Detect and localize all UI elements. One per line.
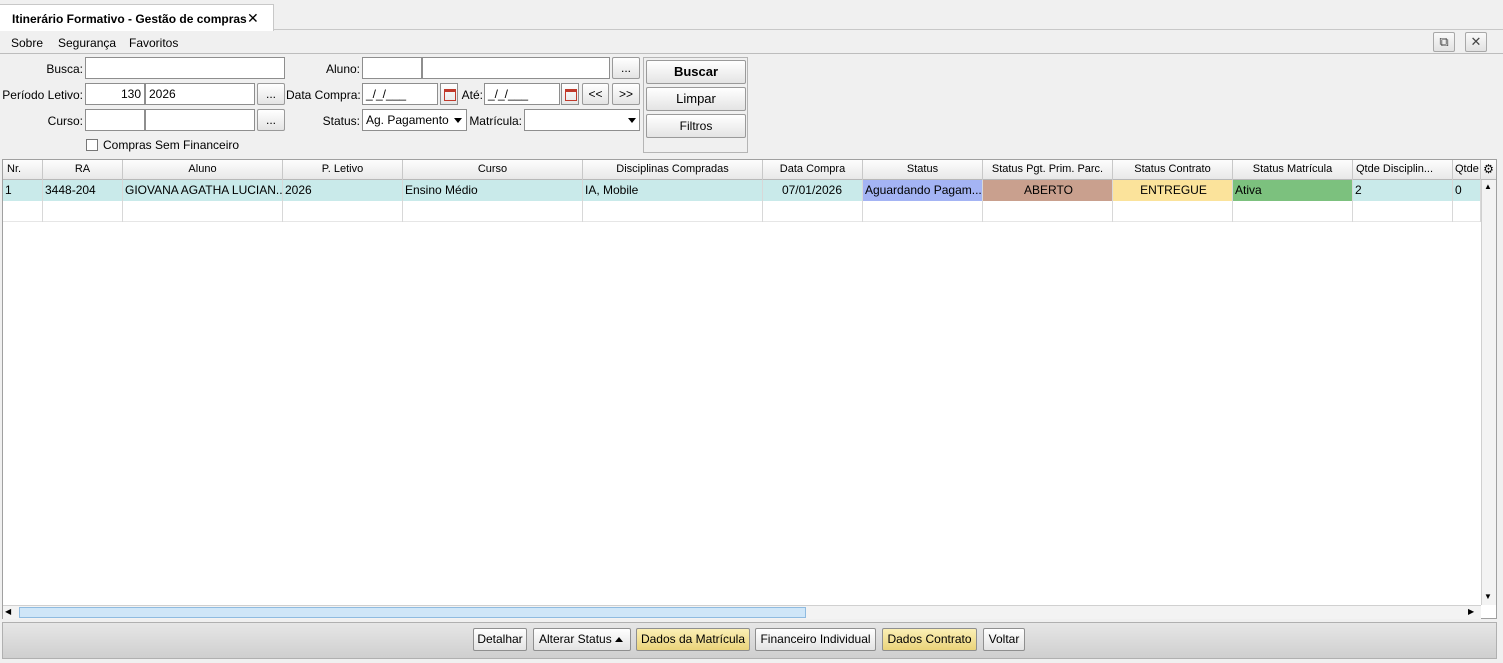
cell-data-compra: 07/01/2026 bbox=[763, 180, 863, 201]
financeiro-individual-button[interactable]: Financeiro Individual bbox=[755, 628, 876, 651]
cell-qtde: 0 bbox=[1453, 180, 1481, 201]
compras-sem-financeiro-label: Compras Sem Financeiro bbox=[103, 138, 240, 152]
column-header-status-pgt[interactable]: Status Pgt. Prim. Parc. bbox=[983, 160, 1113, 180]
cell-status: Aguardando Pagam... bbox=[863, 180, 983, 201]
cell-curso: Ensino Médio bbox=[403, 180, 583, 201]
column-header-periodo[interactable]: P. Letivo bbox=[283, 160, 403, 180]
menu-bar bbox=[0, 31, 1503, 54]
column-header-disciplinas[interactable]: Disciplinas Compradas bbox=[583, 160, 763, 180]
alterar-status-button[interactable]: Alterar Status bbox=[533, 628, 631, 651]
scroll-up-icon[interactable]: ▲ bbox=[1484, 182, 1492, 191]
cell-status-pgt: ABERTO bbox=[983, 180, 1113, 201]
prev-period-button[interactable]: << bbox=[582, 83, 609, 105]
column-header-nr[interactable]: Nr. bbox=[3, 160, 43, 180]
scroll-right-icon[interactable]: ▶ bbox=[1468, 607, 1474, 616]
busca-input[interactable] bbox=[85, 57, 285, 79]
tab-title: Itinerário Formativo - Gestão de compras bbox=[12, 12, 247, 26]
next-period-button[interactable]: >> bbox=[612, 83, 640, 105]
vertical-scrollbar[interactable]: ▲ ▼ bbox=[1481, 180, 1496, 605]
status-select-value: Ag. Pagamento bbox=[366, 113, 449, 127]
aluno-code-input[interactable] bbox=[362, 57, 422, 79]
horizontal-scrollbar[interactable]: ◀ ▶ bbox=[3, 605, 1481, 619]
limpar-button[interactable]: Limpar bbox=[646, 87, 746, 111]
table-header: Nr. RA Aluno P. Letivo Curso Disciplinas… bbox=[3, 160, 1496, 180]
cell-status-matricula: Ativa bbox=[1233, 180, 1353, 201]
filtros-button[interactable]: Filtros bbox=[646, 114, 746, 138]
cell-status-contrato: ENTREGUE bbox=[1113, 180, 1233, 201]
matricula-select[interactable] bbox=[524, 109, 640, 131]
chevron-down-icon bbox=[628, 118, 636, 123]
detalhar-button[interactable]: Detalhar bbox=[473, 628, 527, 651]
dados-contrato-button[interactable]: Dados Contrato bbox=[882, 628, 977, 651]
column-header-status-contrato[interactable]: Status Contrato bbox=[1113, 160, 1233, 180]
matricula-label: Matrícula: bbox=[469, 114, 522, 128]
table-row-empty bbox=[3, 201, 1481, 222]
curso-code-input[interactable] bbox=[85, 109, 145, 131]
cell-nr: 1 bbox=[3, 180, 43, 201]
busca-label: Busca: bbox=[46, 62, 83, 76]
curso-label: Curso: bbox=[47, 114, 83, 128]
periodo-label: Período Letivo: bbox=[2, 88, 83, 102]
cell-qtde-disciplinas: 2 bbox=[1353, 180, 1453, 201]
dados-matricula-button[interactable]: Dados da Matrícula bbox=[636, 628, 750, 651]
gear-icon[interactable]: ⚙ bbox=[1481, 160, 1496, 180]
column-header-qtde[interactable]: Qtde bbox=[1453, 160, 1481, 180]
calendar-icon[interactable] bbox=[561, 83, 579, 105]
horizontal-scroll-thumb[interactable] bbox=[19, 607, 806, 618]
data-compra-label: Data Compra: bbox=[286, 88, 361, 102]
status-label: Status: bbox=[322, 114, 360, 128]
menu-favoritos[interactable]: Favoritos bbox=[129, 36, 178, 50]
status-select[interactable]: Ag. Pagamento bbox=[362, 109, 467, 131]
column-header-data-compra[interactable]: Data Compra bbox=[763, 160, 863, 180]
data-compra-input[interactable]: _/_/___ bbox=[362, 83, 438, 105]
cell-aluno: GIOVANA AGATHA LUCIAN... bbox=[123, 180, 283, 201]
curso-lookup-button[interactable]: ... bbox=[257, 109, 285, 131]
column-header-ra[interactable]: RA bbox=[43, 160, 123, 180]
compras-sem-financeiro-checkbox[interactable] bbox=[86, 139, 98, 151]
curso-name-input[interactable] bbox=[145, 109, 255, 131]
chevron-up-icon bbox=[615, 637, 623, 642]
menu-sobre[interactable]: Sobre bbox=[11, 36, 43, 50]
close-window-icon[interactable]: ✕ bbox=[1465, 32, 1487, 52]
chevron-down-icon bbox=[454, 118, 462, 123]
scroll-left-icon[interactable]: ◀ bbox=[5, 607, 11, 616]
aluno-lookup-button[interactable]: ... bbox=[612, 57, 640, 79]
column-header-curso[interactable]: Curso bbox=[403, 160, 583, 180]
ate-label: Até: bbox=[461, 88, 483, 102]
results-table: Nr. RA Aluno P. Letivo Curso Disciplinas… bbox=[2, 159, 1497, 619]
alterar-status-label: Alterar Status bbox=[539, 632, 612, 646]
periodo-lookup-button[interactable]: ... bbox=[257, 83, 285, 105]
ate-input[interactable]: _/_/___ bbox=[484, 83, 560, 105]
buscar-button[interactable]: Buscar bbox=[646, 60, 746, 84]
scroll-down-icon[interactable]: ▼ bbox=[1484, 592, 1492, 601]
column-header-status[interactable]: Status bbox=[863, 160, 983, 180]
tab-gestao-compras[interactable]: Itinerário Formativo - Gestão de compras… bbox=[0, 4, 274, 31]
periodo-year-input[interactable]: 2026 bbox=[145, 83, 255, 105]
table-row[interactable]: 1 3448-204 GIOVANA AGATHA LUCIAN... 2026… bbox=[3, 180, 1481, 201]
tab-close-icon[interactable]: ✕ bbox=[247, 10, 259, 27]
menu-seguranca[interactable]: Segurança bbox=[58, 36, 116, 50]
cell-ra: 3448-204 bbox=[43, 180, 123, 201]
column-header-status-matricula[interactable]: Status Matrícula bbox=[1233, 160, 1353, 180]
cell-disciplinas: IA, Mobile bbox=[583, 180, 763, 201]
voltar-button[interactable]: Voltar bbox=[983, 628, 1025, 651]
calendar-icon[interactable] bbox=[440, 83, 458, 105]
periodo-code-input[interactable]: 130 bbox=[85, 83, 145, 105]
column-header-qtde-disciplinas[interactable]: Qtde Disciplin... bbox=[1353, 160, 1453, 180]
detach-window-icon[interactable]: ⧉ bbox=[1433, 32, 1455, 52]
aluno-name-input[interactable] bbox=[422, 57, 610, 79]
cell-periodo: 2026 bbox=[283, 180, 403, 201]
column-header-aluno[interactable]: Aluno bbox=[123, 160, 283, 180]
aluno-label: Aluno: bbox=[325, 62, 360, 76]
